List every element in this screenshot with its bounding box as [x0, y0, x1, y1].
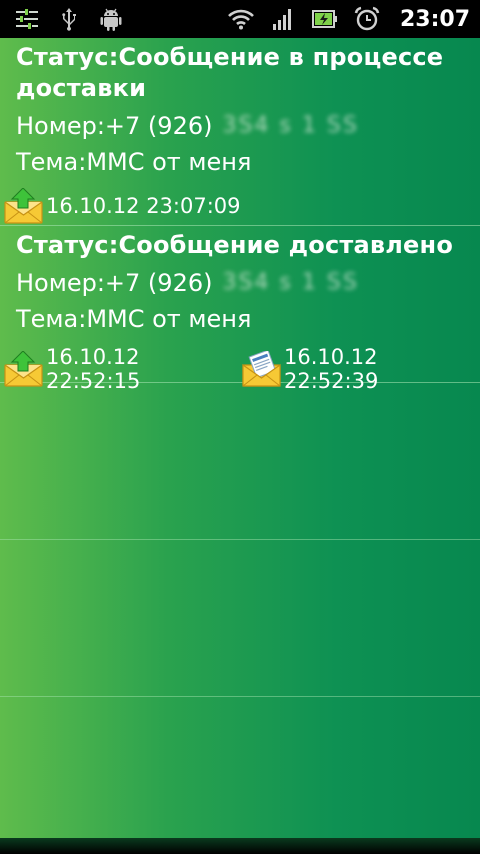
android-icon: [98, 6, 124, 32]
clock-time: 23:07: [399, 6, 470, 32]
status-bar-system: 23:07: [228, 6, 470, 32]
battery-charging-icon: [311, 6, 338, 32]
event-time: 16.10.12 22:52:15: [46, 345, 141, 393]
message-status: Статус:Сообщение доставлено: [16, 231, 454, 259]
envelope-sent-icon: [4, 187, 44, 224]
bottom-edge: [0, 838, 480, 854]
signal-icon: [270, 6, 296, 32]
usb-icon: [56, 6, 82, 32]
message-events: 16.10.12 23:07:09: [4, 187, 245, 224]
number-hidden: 3S4 s 1 SS: [222, 113, 359, 138]
message-subject: Тема:MMC от меня: [16, 148, 252, 176]
envelope-delivered-icon: [242, 349, 282, 387]
alarm-clock-icon: [354, 6, 380, 32]
message-report-item[interactable]: Статус:Сообщение доставлено Номер:+7 (92…: [0, 226, 480, 393]
message-events: 16.10.12 22:52:15 16.10.12 22:52:39: [4, 345, 480, 393]
empty-row: [0, 540, 480, 697]
message-report-item[interactable]: Статус:Сообщение в процессе доставки Ном…: [0, 38, 480, 226]
message-subject: Тема:MMC от меня: [16, 305, 252, 333]
number-label: Номер:+7 (926): [16, 269, 213, 297]
message-number: Номер:+7 (926) 3S4 s 1 SS: [16, 112, 472, 140]
status-bar-notifications: [14, 6, 124, 32]
empty-row: [0, 383, 480, 540]
message-status: Статус:Сообщение в процессе доставки: [16, 43, 444, 102]
event-time: 16.10.12 23:07:09: [46, 194, 241, 218]
envelope-sent-icon: [4, 350, 44, 387]
message-number: Номер:+7 (926) 3S4 s 1 SS: [16, 269, 472, 297]
status-bar: 23:07: [0, 0, 480, 38]
event-time: 16.10.12 22:52:39: [284, 345, 379, 393]
number-label: Номер:+7 (926): [16, 112, 213, 140]
sliders-icon: [14, 6, 40, 32]
number-hidden: 3S4 s 1 SS: [222, 270, 359, 295]
wifi-icon: [228, 6, 254, 32]
message-report-list: Статус:Сообщение в процессе доставки Ном…: [0, 38, 480, 838]
